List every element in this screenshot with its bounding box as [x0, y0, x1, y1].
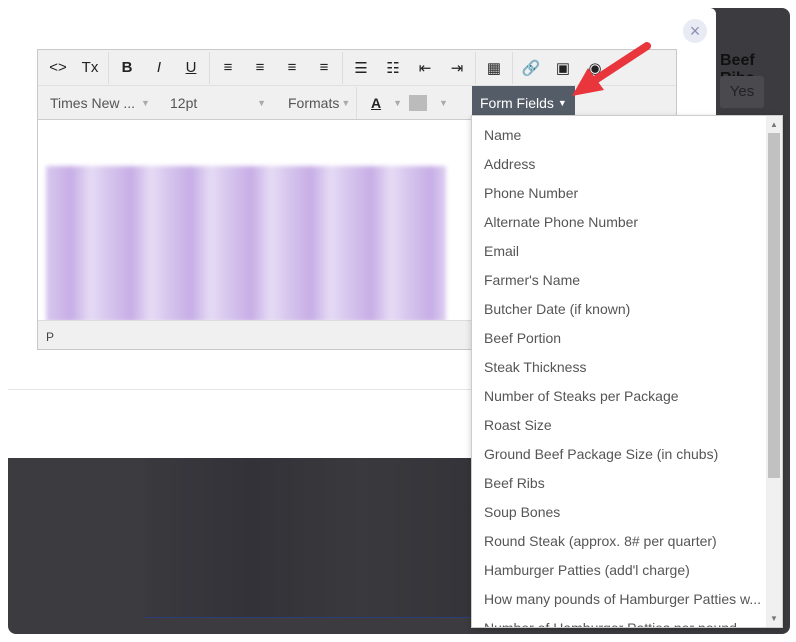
italic-button[interactable]: I: [143, 53, 175, 83]
text-color-button[interactable]: A ▼: [359, 86, 405, 120]
red-arrow-annotation: [572, 42, 651, 96]
chevron-down-icon: ▼: [257, 97, 266, 108]
source-code-icon: <>: [49, 59, 67, 76]
font-size-select[interactable]: 12pt ▼: [158, 86, 276, 120]
bold-button[interactable]: B: [111, 53, 143, 83]
align-left-button[interactable]: ≡: [212, 53, 244, 83]
chevron-down-icon: ▼: [439, 97, 448, 108]
dropdown-list: Name Address Phone Number Alternate Phone N…: [472, 116, 782, 627]
dropdown-item[interactable]: Butcher Date (if known): [472, 295, 782, 324]
clear-format-icon: Tx: [81, 59, 99, 76]
form-fields-dropdown: Name Address Phone Number Alternate Phone N…: [471, 115, 783, 628]
align-right-icon: ≡: [287, 59, 297, 76]
numbered-list-icon: ☷: [386, 59, 400, 77]
font-family-value: Times New ...: [50, 94, 136, 111]
toolbar-divider: [356, 86, 357, 119]
source-code-button[interactable]: <>: [42, 53, 74, 83]
link-icon: 🔗: [521, 59, 541, 77]
dropdown-item[interactable]: Beef Portion: [472, 324, 782, 353]
scroll-up-icon[interactable]: ▲: [766, 120, 782, 129]
italic-icon: I: [156, 59, 162, 76]
dropdown-item[interactable]: Phone Number: [472, 179, 782, 208]
background-panel: [145, 458, 505, 618]
link-button[interactable]: 🔗: [515, 53, 547, 83]
align-left-icon: ≡: [223, 59, 233, 76]
align-center-icon: ≡: [255, 59, 265, 76]
toolbar-divider: [209, 51, 210, 84]
justify-button[interactable]: ≡: [308, 53, 340, 83]
align-right-button[interactable]: ≡: [276, 53, 308, 83]
formats-label: Formats: [288, 94, 340, 111]
table-button[interactable]: ▦: [478, 53, 510, 83]
indent-button[interactable]: ⇥: [441, 53, 473, 83]
background-color-button[interactable]: ▼: [405, 86, 455, 120]
toolbar-divider: [475, 51, 476, 84]
indent-icon: ⇥: [450, 59, 464, 77]
dropdown-item[interactable]: Number of Hamburger Patties per pound: [472, 614, 782, 627]
background-color-icon: [409, 94, 427, 111]
toolbar-divider: [108, 51, 109, 84]
dropdown-item[interactable]: Soup Bones: [472, 498, 782, 527]
dropdown-item[interactable]: Roast Size: [472, 411, 782, 440]
dropdown-item[interactable]: Farmer's Name: [472, 266, 782, 295]
toolbar-divider: [342, 51, 343, 84]
dropdown-item[interactable]: How many pounds of Hamburger Patties w..…: [472, 585, 782, 614]
bold-icon: B: [121, 59, 133, 76]
dropdown-item[interactable]: Hamburger Patties (add'l charge): [472, 556, 782, 585]
dropdown-item[interactable]: Name: [472, 121, 782, 150]
dropdown-item[interactable]: Round Steak (approx. 8# per quarter): [472, 527, 782, 556]
dropdown-item[interactable]: Alternate Phone Number: [472, 208, 782, 237]
font-family-select[interactable]: Times New ... ▼: [38, 86, 158, 120]
background-yes-button[interactable]: Yes: [720, 76, 764, 108]
chevron-down-icon: ▼: [393, 97, 403, 108]
blurred-image: [46, 166, 446, 322]
chevron-down-icon: ▼: [141, 97, 150, 108]
underline-icon: U: [185, 59, 197, 76]
outdent-button[interactable]: ⇤: [409, 53, 441, 83]
dropdown-item[interactable]: Address: [472, 150, 782, 179]
outdent-icon: ⇤: [418, 59, 432, 77]
clear-format-button[interactable]: Tx: [74, 53, 106, 83]
table-icon: ▦: [486, 59, 502, 77]
toolbar-divider: [512, 51, 513, 84]
dropdown-item[interactable]: Ground Beef Package Size (in chubs): [472, 440, 782, 469]
dropdown-item[interactable]: Steak Thickness: [472, 353, 782, 382]
bullet-list-icon: ☰: [354, 59, 368, 77]
dropdown-item[interactable]: Number of Steaks per Package: [472, 382, 782, 411]
scrollbar-thumb[interactable]: [768, 133, 780, 478]
justify-icon: ≡: [319, 59, 329, 76]
numbered-list-button[interactable]: ☷: [377, 53, 409, 83]
close-icon[interactable]: ×: [683, 19, 707, 43]
bullet-list-button[interactable]: ☰: [345, 53, 377, 83]
align-center-button[interactable]: ≡: [244, 53, 276, 83]
dropdown-item[interactable]: Email: [472, 237, 782, 266]
chevron-down-icon: ▼: [341, 97, 351, 108]
formats-select[interactable]: Formats ▼: [276, 86, 354, 120]
dropdown-item[interactable]: Beef Ribs: [472, 469, 782, 498]
text-color-icon: A: [371, 94, 382, 111]
scrollbar[interactable]: ▲ ▼: [766, 116, 782, 627]
underline-button[interactable]: U: [175, 53, 207, 83]
form-fields-label: Form Fields: [480, 95, 554, 111]
element-path[interactable]: P: [46, 330, 54, 344]
scroll-down-icon[interactable]: ▼: [766, 614, 782, 623]
font-size-value: 12pt: [170, 94, 198, 111]
